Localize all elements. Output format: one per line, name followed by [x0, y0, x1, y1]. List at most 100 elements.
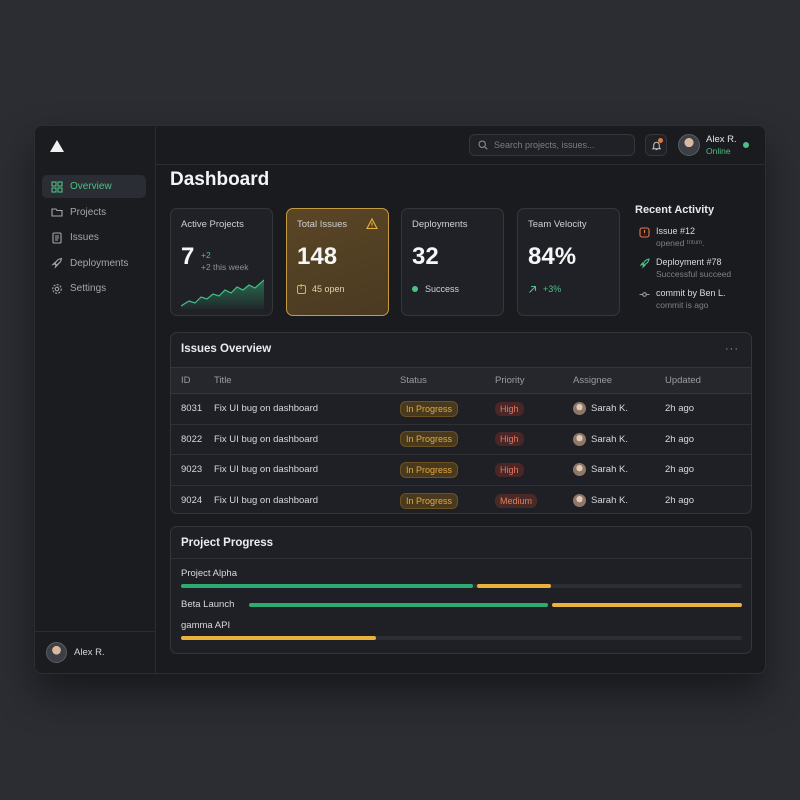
sidebar-item-label: Settings: [70, 283, 107, 294]
cell-assignee: Sarah K.: [591, 433, 628, 445]
priority-badge: High: [495, 401, 524, 416]
sidebar-item-deployments[interactable]: Deployments: [42, 252, 146, 275]
sidebar-item-label: Issues: [70, 232, 99, 243]
sidebar-user[interactable]: Alex R.: [35, 631, 156, 673]
status-badge: In Progress: [400, 492, 459, 509]
notification-dot: [658, 138, 663, 143]
issues-overview-panel: Issues Overview ··· ID Title Status Prio…: [170, 332, 752, 514]
priority-badge: High: [495, 432, 524, 447]
column-header-updated[interactable]: Updated: [665, 367, 751, 394]
card-team-velocity[interactable]: Team Velocity 84% +3%: [517, 208, 620, 316]
table-row[interactable]: 8031 Fix UI bug on dashboard In Progress…: [171, 393, 751, 425]
priority-badge: High: [495, 462, 524, 477]
progress-fill-done: [249, 603, 548, 607]
user-status: Online: [706, 146, 731, 156]
cell-id: 9023: [171, 454, 214, 486]
column-header-status[interactable]: Status: [400, 367, 495, 394]
activity-item[interactable]: Issue #12 opened ᵗʳᶦᵗᵘᵐ.: [635, 226, 760, 248]
table-row[interactable]: 8022 Fix UI bug on dashboard In Progress…: [171, 424, 751, 455]
search-input[interactable]: Search projects, issues...: [469, 134, 635, 156]
commit-icon: [639, 292, 650, 297]
card-sub: 45 open: [297, 284, 378, 294]
column-header-id[interactable]: ID: [171, 367, 214, 394]
more-options-button[interactable]: ···: [725, 343, 739, 355]
sidebar-item-label: Deployments: [70, 257, 129, 269]
progress-track: [249, 603, 742, 607]
activity-item-title: Deployment #78: [656, 257, 722, 267]
cell-title[interactable]: Fix UI bug on dashboard: [214, 424, 400, 455]
avatar: [573, 432, 586, 446]
arrow-up-right-icon: [529, 285, 537, 293]
logo-icon[interactable]: [50, 140, 64, 152]
folder-icon: [51, 208, 63, 217]
project-progress-panel: Project Progress Project Alpha Beta Laun…: [170, 526, 752, 654]
notifications-button[interactable]: [645, 134, 667, 156]
sidebar-item-overview[interactable]: Overview: [42, 175, 146, 198]
column-header-title[interactable]: Title: [214, 367, 400, 394]
activity-item-sub: opened ᵗʳᶦᵗᵘᵐ.: [656, 238, 705, 248]
panel-title: Project Progress: [181, 537, 274, 549]
panel-title: Issues Overview: [181, 343, 272, 355]
divider: [171, 558, 751, 559]
cell-updated: 2h ago: [665, 454, 751, 486]
cell-updated: 2h ago: [665, 424, 751, 455]
cell-id: 9024: [181, 495, 203, 506]
activity-item-title: Issue #12: [656, 226, 696, 236]
sidebar-item-issues[interactable]: Issues: [42, 226, 146, 249]
card-sub: +3%: [528, 284, 609, 294]
activity-item[interactable]: commit by Ben L. commit is ago: [635, 288, 760, 310]
delta-sub: +2 this week: [201, 262, 249, 272]
activity-item-title: commit by Ben L.: [656, 288, 726, 298]
card-sub-text: Success: [425, 284, 460, 294]
card-label: Deployments: [412, 219, 468, 230]
cell-updated: 2h ago: [665, 495, 695, 506]
card-active-projects[interactable]: Active Projects 7 +2 +2 this week: [170, 208, 273, 316]
cell-title[interactable]: Fix UI bug on dashboard: [214, 393, 400, 425]
card-sub-text: +3%: [543, 284, 562, 294]
sidebar-item-projects[interactable]: Projects: [42, 201, 146, 224]
column-header-assignee[interactable]: Assignee: [573, 367, 665, 394]
card-label: Active Projects: [181, 219, 244, 230]
column-header-priority[interactable]: Priority: [495, 367, 573, 394]
activity-item[interactable]: Deployment #78 Successful succeed: [635, 257, 760, 279]
issues-table: ID Title Status Priority Assignee Update…: [171, 367, 751, 516]
user-name: Alex R.: [706, 134, 737, 145]
card-value: 148: [297, 243, 338, 270]
status-badge: In Progress: [400, 431, 459, 448]
progress-track: [181, 636, 742, 640]
sidebar-item-label: Overview: [70, 181, 112, 192]
cell-assignee: Sarah K.: [591, 403, 628, 415]
cell-title[interactable]: Fix UI bug on dashboard: [214, 485, 400, 516]
activity-item-sub: Successful succeed: [656, 269, 732, 279]
sidebar-user-name: Alex R.: [74, 647, 105, 658]
progress-fill-done: [181, 584, 473, 588]
user-menu[interactable]: Alex R. Online: [678, 134, 737, 156]
activity-item-sub: commit is ago: [656, 300, 709, 310]
card-label: Team Velocity: [528, 219, 587, 230]
cell-title[interactable]: Fix UI bug on dashboard: [214, 454, 400, 486]
rocket-icon: [639, 258, 650, 269]
priority-badge: Medium: [495, 493, 538, 508]
sidebar-item-settings[interactable]: Settings: [42, 277, 146, 300]
success-dot-icon: [412, 286, 418, 292]
card-total-issues[interactable]: Total Issues 148 45 open: [286, 208, 389, 316]
avatar: [573, 463, 586, 477]
status-badge: In Progress: [400, 400, 459, 417]
table-row[interactable]: 9024 Fix UI bug on dashboard In Progress…: [171, 485, 751, 516]
project-name: Project Alpha: [181, 568, 237, 579]
card-deployments[interactable]: Deployments 32 Success: [401, 208, 504, 316]
cell-assignee: Sarah K.: [591, 464, 628, 476]
card-delta: +2 +2 this week: [201, 249, 249, 273]
cell-updated: 2h ago: [665, 393, 751, 425]
progress-fill-in-progress: [181, 636, 376, 640]
project-name: gamma API: [181, 620, 231, 631]
delta-value: +2: [201, 250, 211, 260]
table-row[interactable]: 9023 Fix UI bug on dashboard In Progress…: [171, 454, 751, 486]
online-indicator: [743, 142, 749, 148]
status-badge: In Progress: [400, 461, 459, 478]
progress-fill-in-progress: [477, 584, 551, 588]
recent-activity: Recent Activity Issue #12 opened ᵗʳᶦᵗᵘᵐ.…: [635, 204, 760, 319]
sidebar-nav: Overview Projects Issues Deployments Set…: [42, 175, 146, 303]
search-placeholder: Search projects, issues...: [494, 140, 595, 150]
cell-id: 8022: [171, 424, 214, 455]
